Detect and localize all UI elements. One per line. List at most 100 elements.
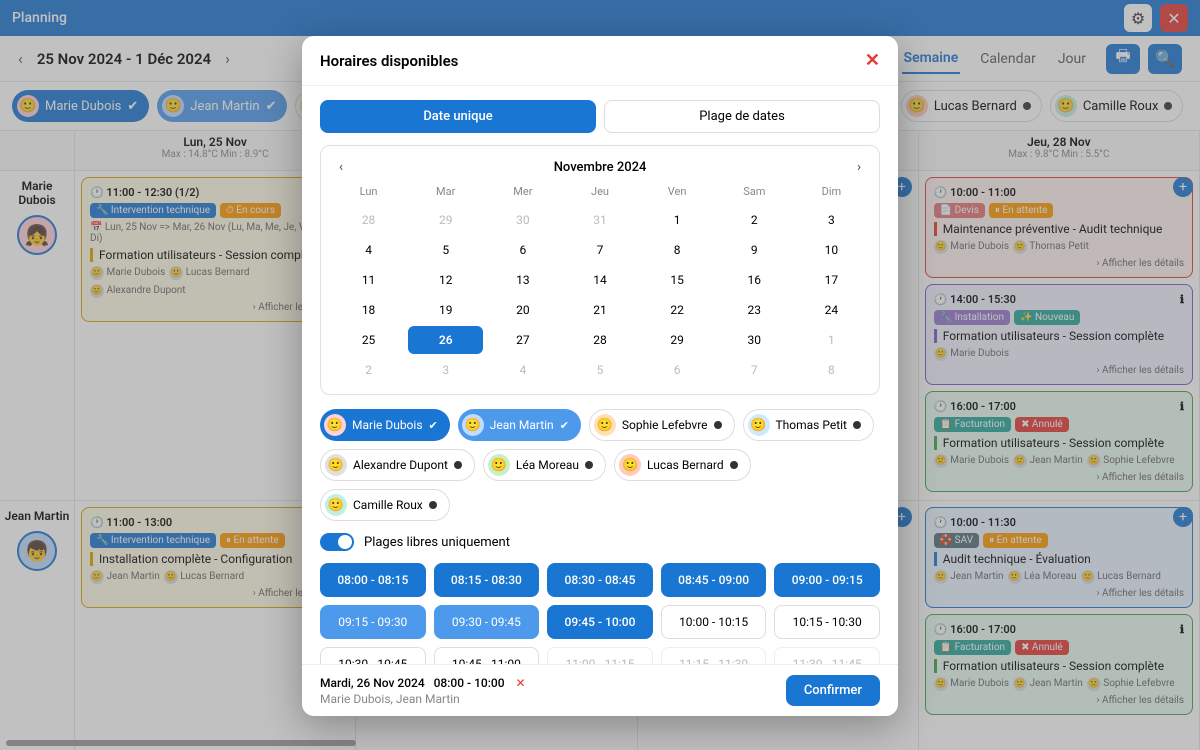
free-slots-label: Plages libres uniquement (364, 535, 510, 550)
time-slot[interactable]: 09:00 - 09:15 (774, 563, 880, 597)
person-name: Lucas Bernard (647, 458, 724, 472)
calendar-day[interactable]: 25 (331, 326, 406, 354)
person-pill[interactable]: 🙂 Léa Moreau (483, 449, 606, 481)
calendar-month-label: Novembre 2024 (554, 160, 647, 175)
time-slot[interactable]: 08:00 - 08:15 (320, 563, 426, 597)
status-dot (585, 461, 593, 469)
calendar-day[interactable]: 30 (485, 206, 560, 234)
person-name: Jean Martin (490, 418, 554, 432)
calendar-day[interactable]: 8 (640, 236, 715, 264)
calendar-day[interactable]: 6 (485, 236, 560, 264)
person-name: Alexandre Dupont (353, 458, 448, 472)
calendar-day[interactable]: 29 (408, 206, 483, 234)
person-pill[interactable]: 🙂 Lucas Bernard (614, 449, 751, 481)
calendar-day[interactable]: 8 (794, 356, 869, 384)
avatar-icon: 🙂 (594, 414, 616, 436)
calendar-day[interactable]: 2 (331, 356, 406, 384)
calendar-day[interactable]: 4 (331, 236, 406, 264)
modal-overlay[interactable]: Horaires disponibles ✕ Date unique Plage… (0, 0, 1200, 750)
calendar-day[interactable]: 4 (485, 356, 560, 384)
prev-month-button[interactable]: ‹ (339, 160, 343, 175)
confirm-button[interactable]: Confirmer (786, 675, 880, 706)
calendar-day[interactable]: 21 (562, 296, 637, 324)
selected-date: Mardi, 26 Nov 2024 (320, 676, 425, 690)
calendar-dow: Mar (408, 179, 483, 204)
person-name: Léa Moreau (516, 458, 579, 472)
availability-modal: Horaires disponibles ✕ Date unique Plage… (302, 36, 898, 716)
selected-time: 08:00 - 10:00 (434, 676, 505, 690)
time-slot[interactable]: 10:45 - 11:00 (434, 647, 540, 664)
person-pill[interactable]: 🙂 Alexandre Dupont (320, 449, 475, 481)
time-slot[interactable]: 10:15 - 10:30 (774, 605, 880, 639)
status-dot (714, 421, 722, 429)
calendar-day[interactable]: 15 (640, 266, 715, 294)
person-pill[interactable]: 🙂 Camille Roux (320, 489, 450, 521)
status-dot (429, 501, 437, 509)
calendar-dow: Mer (485, 179, 560, 204)
calendar-day[interactable]: 2 (717, 206, 792, 234)
person-pill[interactable]: 🙂 Sophie Lefebvre (589, 409, 735, 441)
free-slots-toggle[interactable] (320, 533, 354, 551)
person-pill[interactable]: 🙂 Marie Dubois ✔ (320, 409, 450, 441)
calendar-day[interactable]: 1 (640, 206, 715, 234)
calendar-day[interactable]: 3 (408, 356, 483, 384)
time-slot[interactable]: 11:15 - 11:30 (661, 647, 767, 664)
time-slot[interactable]: 09:45 - 10:00 (547, 605, 653, 639)
calendar-day[interactable]: 10 (794, 236, 869, 264)
calendar-day[interactable]: 20 (485, 296, 560, 324)
calendar-day[interactable]: 16 (717, 266, 792, 294)
modal-close-button[interactable]: ✕ (865, 50, 880, 71)
calendar-day[interactable]: 12 (408, 266, 483, 294)
person-pill[interactable]: 🙂 Jean Martin ✔ (458, 409, 581, 441)
avatar-icon: 🙂 (325, 494, 347, 516)
calendar-day[interactable]: 17 (794, 266, 869, 294)
person-name: Camille Roux (353, 498, 423, 512)
clear-selection-button[interactable]: ✕ (516, 676, 526, 690)
time-slot[interactable]: 10:00 - 10:15 (661, 605, 767, 639)
calendar-dow: Ven (640, 179, 715, 204)
calendar-day[interactable]: 22 (640, 296, 715, 324)
time-slot[interactable]: 11:30 - 11:45 (774, 647, 880, 664)
calendar-widget: ‹ Novembre 2024 › LunMarMerJeuVenSamDim2… (320, 145, 880, 395)
modal-title: Horaires disponibles (320, 52, 458, 70)
calendar-day[interactable]: 24 (794, 296, 869, 324)
time-slot[interactable]: 10:30 - 10:45 (320, 647, 426, 664)
toggle-date-range[interactable]: Plage de dates (604, 100, 880, 133)
time-slot[interactable]: 08:45 - 09:00 (661, 563, 767, 597)
calendar-day[interactable]: 26 (408, 326, 483, 354)
calendar-day[interactable]: 11 (331, 266, 406, 294)
next-month-button[interactable]: › (857, 160, 861, 175)
calendar-day[interactable]: 27 (485, 326, 560, 354)
calendar-day[interactable]: 3 (794, 206, 869, 234)
calendar-day[interactable]: 28 (331, 206, 406, 234)
check-icon: ✔ (429, 419, 438, 432)
time-slot-grid: 08:00 - 08:1508:15 - 08:3008:30 - 08:450… (320, 563, 880, 664)
calendar-day[interactable]: 28 (562, 326, 637, 354)
calendar-day[interactable]: 18 (331, 296, 406, 324)
calendar-day[interactable]: 6 (640, 356, 715, 384)
person-pill[interactable]: 🙂 Thomas Petit (743, 409, 874, 441)
time-slot[interactable]: 09:30 - 09:45 (434, 605, 540, 639)
status-dot (853, 421, 861, 429)
calendar-day[interactable]: 13 (485, 266, 560, 294)
calendar-day[interactable]: 14 (562, 266, 637, 294)
calendar-day[interactable]: 7 (717, 356, 792, 384)
time-slot[interactable]: 08:15 - 08:30 (434, 563, 540, 597)
calendar-day[interactable]: 19 (408, 296, 483, 324)
calendar-day[interactable]: 29 (640, 326, 715, 354)
calendar-day[interactable]: 9 (717, 236, 792, 264)
time-slot[interactable]: 08:30 - 08:45 (547, 563, 653, 597)
calendar-day[interactable]: 5 (562, 356, 637, 384)
calendar-day[interactable]: 30 (717, 326, 792, 354)
calendar-day[interactable]: 23 (717, 296, 792, 324)
time-slot[interactable]: 09:15 - 09:30 (320, 605, 426, 639)
toggle-single-date[interactable]: Date unique (320, 100, 596, 133)
calendar-day[interactable]: 1 (794, 326, 869, 354)
calendar-day[interactable]: 5 (408, 236, 483, 264)
person-name: Sophie Lefebvre (622, 418, 708, 432)
people-selector: 🙂 Marie Dubois ✔ 🙂 Jean Martin ✔ 🙂 Sophi… (320, 409, 880, 521)
calendar-day[interactable]: 7 (562, 236, 637, 264)
time-slot[interactable]: 11:00 - 11:15 (547, 647, 653, 664)
calendar-day[interactable]: 31 (562, 206, 637, 234)
avatar-icon: 🙂 (748, 414, 770, 436)
